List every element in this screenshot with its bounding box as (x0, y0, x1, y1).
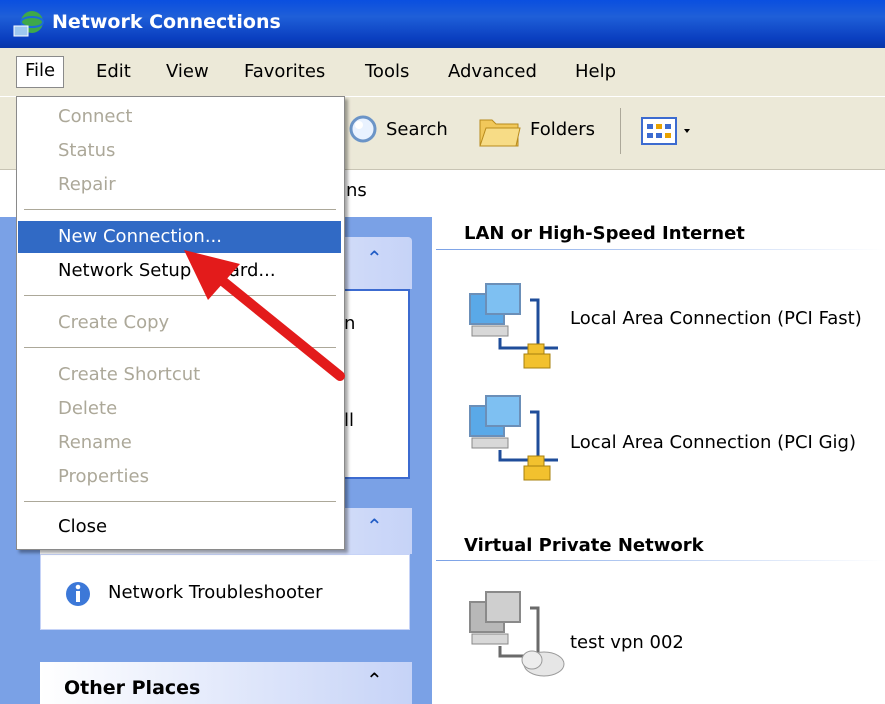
menu-item-repair[interactable]: Repair (18, 169, 341, 201)
address-text: ns (346, 180, 367, 201)
group-title-lan: LAN or High-Speed Internet (464, 223, 745, 244)
menu-advanced[interactable]: Advanced (440, 58, 545, 86)
connection-label[interactable]: Local Area Connection (PCI Gig) (570, 430, 885, 455)
menu-file[interactable]: File (16, 56, 65, 88)
menu-item-status[interactable]: Status (18, 135, 341, 167)
menu-favorites[interactable]: Favorites (236, 58, 333, 86)
collapse-icon[interactable]: ⌃ (366, 514, 383, 538)
views-icon[interactable] (640, 116, 700, 146)
menu-item-delete[interactable]: Delete (18, 393, 341, 425)
annotation-arrow (184, 250, 345, 381)
menu-edit[interactable]: Edit (88, 58, 139, 86)
window-title: Network Connections (52, 11, 281, 33)
folders-button[interactable]: Folders (530, 119, 595, 140)
search-button[interactable]: Search (386, 119, 448, 140)
collapse-icon[interactable]: ⌃ (366, 668, 383, 692)
folders-icon[interactable] (478, 112, 522, 148)
group-title-vpn: Virtual Private Network (464, 535, 704, 556)
other-places-title: Other Places (64, 677, 201, 699)
connection-label[interactable]: test vpn 002 (570, 630, 684, 655)
menu-item-close[interactable]: Close (18, 511, 341, 543)
collapse-icon[interactable]: ⌃ (366, 246, 383, 270)
menu-help[interactable]: Help (567, 58, 624, 86)
menu-separator (24, 209, 336, 210)
menu-item-properties[interactable]: Properties (18, 461, 341, 493)
search-icon[interactable] (345, 113, 379, 147)
group-divider (436, 249, 885, 250)
task-peek-text: ll (344, 410, 355, 431)
menu-item-rename[interactable]: Rename (18, 427, 341, 459)
vpn-connection-icon[interactable] (466, 590, 566, 686)
menu-view[interactable]: View (158, 58, 217, 86)
info-icon (66, 582, 90, 606)
menu-separator (24, 501, 336, 502)
menu-tools[interactable]: Tools (357, 58, 417, 86)
network-globe-icon (13, 11, 44, 37)
group-divider (436, 560, 885, 561)
network-connection-icon[interactable] (466, 282, 566, 378)
network-connection-icon[interactable] (466, 394, 566, 490)
menu-item-connect[interactable]: Connect (18, 101, 341, 133)
connection-label[interactable]: Local Area Connection (PCI Fast) (570, 306, 870, 331)
network-troubleshooter-link[interactable]: Network Troubleshooter (108, 582, 323, 603)
